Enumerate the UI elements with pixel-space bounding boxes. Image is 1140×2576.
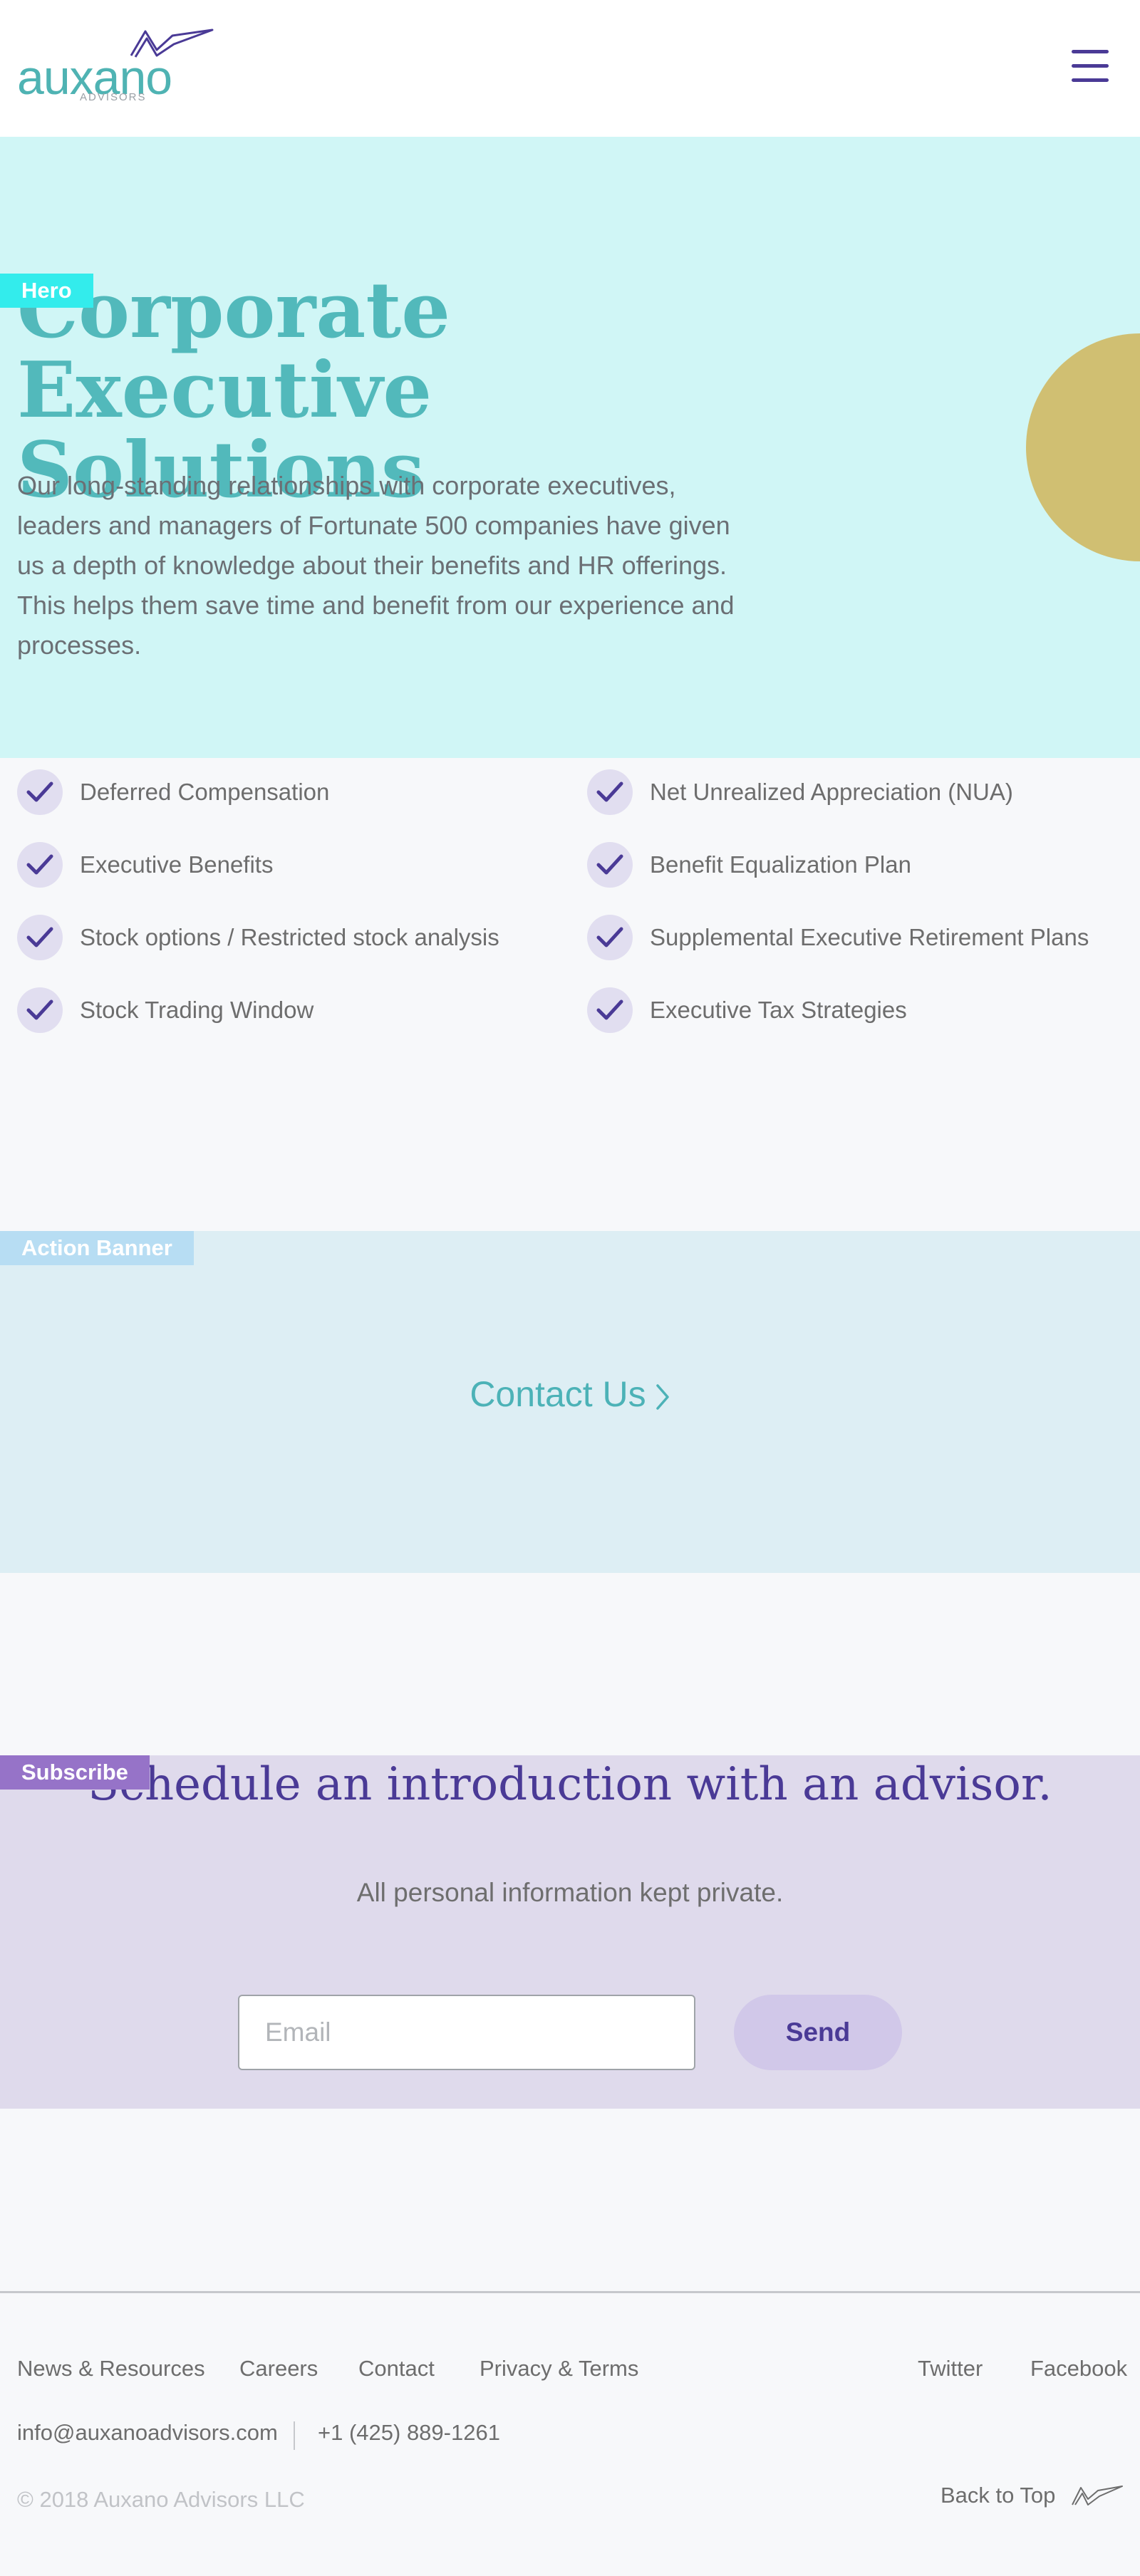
chevron-right-icon <box>656 1384 669 1410</box>
back-to-top-label: Back to Top <box>940 2483 1056 2508</box>
subscribe-section: Schedule an introduction with an advisor… <box>0 1755 1140 2109</box>
logo-swoosh-icon <box>1072 2486 1124 2505</box>
checkmark-icon <box>587 987 633 1033</box>
features-list: Deferred Compensation Net Unrealized App… <box>0 758 1140 1043</box>
footer-phone-link[interactable]: +1 (425) 889-1261 <box>318 2420 500 2446</box>
checkmark-icon <box>17 915 63 960</box>
subscribe-tag: Subscribe <box>0 1755 150 1790</box>
privacy-note: All personal information kept private. <box>356 1878 784 1907</box>
footer-link-careers[interactable]: Careers <box>239 2356 318 2382</box>
footer-link-privacy-terms[interactable]: Privacy & Terms <box>480 2356 638 2382</box>
logo-subtitle: ADVISORS <box>80 91 147 103</box>
footer-link-news-resources[interactable]: News & Resources <box>17 2356 205 2382</box>
hero-section: Corporate Executive Solutions Our long-s… <box>0 137 1140 758</box>
site-footer: News & Resources Careers Contact Privacy… <box>0 2291 1140 2576</box>
checkmark-icon <box>17 987 63 1033</box>
footer-divider <box>294 2421 295 2450</box>
copyright-text: © 2018 Auxano Advisors LLC <box>17 2487 305 2512</box>
feature-label: Benefit Equalization Plan <box>650 851 911 878</box>
checkmark-icon <box>17 769 63 815</box>
feature-label: Executive Benefits <box>80 851 274 878</box>
footer-link-contact[interactable]: Contact <box>358 2356 435 2382</box>
checkmark-icon <box>587 915 633 960</box>
feature-item: Executive Tax Strategies <box>587 987 907 1033</box>
checkmark-icon <box>587 842 633 888</box>
feature-item: Stock options / Restricted stock analysi… <box>17 915 499 960</box>
feature-item: Net Unrealized Appreciation (NUA) <box>587 769 1013 815</box>
checkmark-icon <box>17 842 63 888</box>
decorative-circle <box>1026 333 1140 561</box>
contact-us-label: Contact Us <box>470 1374 646 1414</box>
feature-item: Benefit Equalization Plan <box>587 842 911 888</box>
hero-section-tag: Hero <box>0 274 93 308</box>
send-button[interactable]: Send <box>734 1995 902 2070</box>
contact-us-link[interactable]: Contact Us <box>0 1373 1140 1415</box>
feature-label: Stock Trading Window <box>80 997 314 1023</box>
action-banner: Contact Us <box>0 1231 1140 1573</box>
feature-label: Net Unrealized Appreciation (NUA) <box>650 779 1013 805</box>
footer-link-twitter[interactable]: Twitter <box>918 2356 983 2382</box>
hero-description: Our long-standing relationships with cor… <box>17 471 735 660</box>
footer-link-facebook[interactable]: Facebook <box>1030 2356 1127 2382</box>
feature-item: Stock Trading Window <box>17 987 314 1033</box>
feature-item: Deferred Compensation <box>17 769 329 815</box>
feature-label: Deferred Compensation <box>80 779 330 805</box>
action-banner-tag: Action Banner <box>0 1231 194 1265</box>
auxano-logo[interactable]: auxano ADVISORS <box>17 28 214 107</box>
hamburger-menu-icon[interactable] <box>1072 50 1109 85</box>
feature-label: Stock options / Restricted stock analysi… <box>80 924 499 950</box>
feature-label: Executive Tax Strategies <box>650 997 907 1023</box>
feature-item: Supplemental Executive Retirement Plans <box>587 915 1089 960</box>
checkmark-icon <box>587 769 633 815</box>
email-field[interactable] <box>238 1995 695 2070</box>
feature-label: Supplemental Executive Retirement Plans <box>650 924 1089 950</box>
footer-email-link[interactable]: info@auxanoadvisors.com <box>17 2420 278 2446</box>
feature-item: Executive Benefits <box>17 842 273 888</box>
back-to-top-button[interactable]: Back to Top <box>940 2483 1124 2508</box>
site-header: auxano ADVISORS <box>0 0 1140 137</box>
subscribe-title: Schedule an introduction with an advisor… <box>88 1758 1052 1811</box>
